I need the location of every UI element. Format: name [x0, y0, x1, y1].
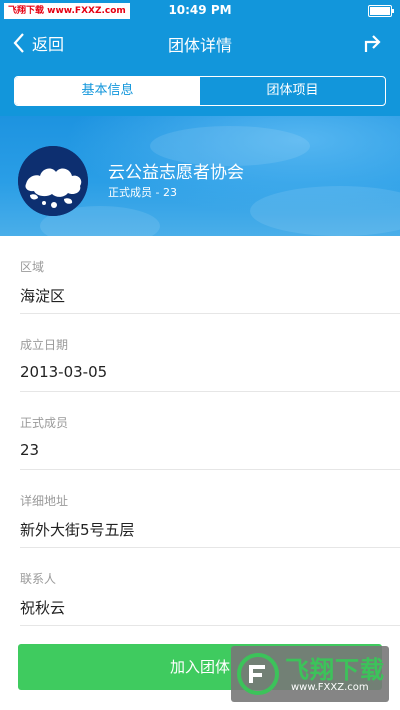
detail-label: 联系人 [20, 572, 57, 586]
status-time: 10:49 PM [168, 3, 232, 17]
watermark: 飞翔下载 www.FXXZ.com [231, 646, 389, 702]
detail-row-region: 区域 海淀区 [0, 236, 400, 314]
detail-label: 区域 [20, 260, 45, 274]
watermark-logo-icon [237, 653, 279, 695]
battery-icon [368, 5, 394, 17]
divider [20, 625, 400, 626]
tab-group-projects[interactable]: 团体项目 [200, 77, 385, 105]
detail-row-members: 正式成员 23 [0, 392, 400, 470]
group-avatar [18, 146, 88, 216]
tab-basic-info[interactable]: 基本信息 [15, 77, 200, 105]
share-icon[interactable] [362, 30, 384, 54]
detail-value: 新外大街5号五层 [20, 521, 135, 539]
watermark-url: www.FXXZ.com [291, 682, 369, 693]
detail-row-contact: 联系人 祝秋云 [0, 548, 400, 626]
watermark-text: 飞翔下载 [285, 656, 385, 684]
group-banner: 云公益志愿者协会 正式成员 - 23 [0, 116, 400, 236]
detail-label: 成立日期 [20, 338, 69, 352]
nav-bar: 返回 团体详情 [0, 22, 400, 64]
member-summary: 正式成员 - 23 [108, 186, 177, 199]
detail-label: 详细地址 [20, 494, 69, 508]
detail-label: 正式成员 [20, 416, 69, 430]
detail-value: 23 [20, 441, 40, 459]
detail-row-founded: 成立日期 2013-03-05 [0, 314, 400, 392]
detail-list: 区域 海淀区 成立日期 2013-03-05 正式成员 23 详细地址 新外大街… [0, 236, 400, 626]
detail-value: 祝秋云 [20, 599, 66, 617]
volunteer-logo-icon [18, 146, 88, 216]
status-bar: 飞翔下载 www.FXXZ.com 10:49 PM [0, 0, 400, 22]
group-name: 云公益志愿者协会 [108, 163, 244, 183]
detail-value: 2013-03-05 [20, 363, 108, 381]
detail-value: 海淀区 [20, 287, 66, 305]
segmented-control: 基本信息 团体项目 [14, 76, 386, 106]
detail-row-address: 详细地址 新外大街5号五层 [0, 470, 400, 548]
page-title: 团体详情 [167, 36, 232, 55]
tab-bar-container: 基本信息 团体项目 [0, 64, 400, 116]
